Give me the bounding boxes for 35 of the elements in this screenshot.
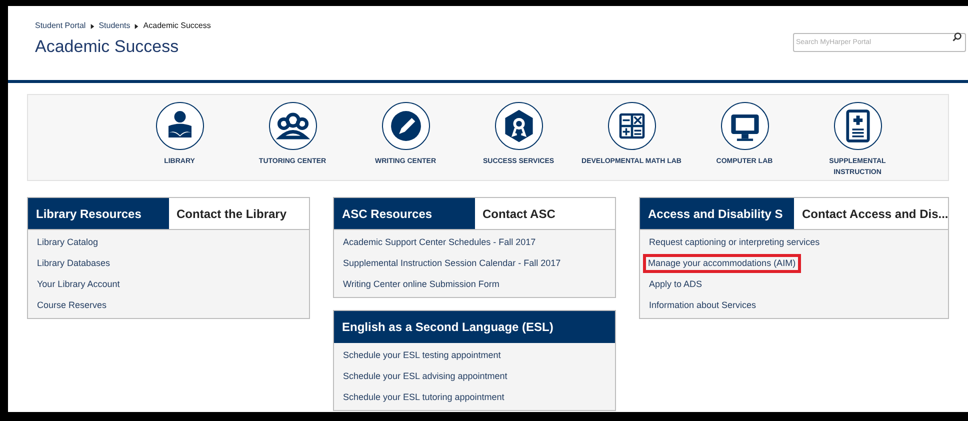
- breadcrumb-arrow-icon: [134, 24, 140, 28]
- resource-link[interactable]: Apply to ADS: [647, 278, 704, 292]
- panel-tab[interactable]: Contact the Library: [168, 198, 309, 229]
- resource-link[interactable]: Request captioning or interpreting services: [647, 236, 822, 250]
- panel-tab[interactable]: Contact ASC: [474, 198, 615, 229]
- resource-link[interactable]: Library Databases: [35, 256, 112, 270]
- resource-link[interactable]: Manage your accommodations (AIM): [646, 256, 798, 270]
- resource-link[interactable]: Information about Services: [647, 298, 758, 312]
- panel-tab[interactable]: Contact Access and Dis...: [794, 198, 948, 229]
- group-icon: [268, 102, 316, 150]
- document-icon: [834, 102, 882, 150]
- resource-link[interactable]: Schedule your ESL testing appointment: [341, 348, 503, 362]
- resource-link[interactable]: Academic Support Center Schedules - Fall 2017: [341, 236, 538, 250]
- resource-link[interactable]: Course Reserves: [35, 298, 109, 312]
- calculator-icon: [608, 102, 656, 150]
- breadcrumb-arrow-icon: [90, 24, 95, 28]
- page-title: Academic Success: [35, 36, 180, 58]
- monitor-icon: [720, 102, 768, 150]
- person-icon: [156, 102, 204, 150]
- breadcrumb-link[interactable]: Students: [98, 20, 130, 32]
- panel-tab[interactable]: Library Resources: [28, 198, 168, 229]
- resource-link[interactable]: Library Catalog: [35, 236, 100, 250]
- pencil-icon: [382, 102, 430, 150]
- resource-link[interactable]: Schedule your ESL advising appointment: [341, 370, 510, 384]
- panel-header: English as a Second Language (ESL): [334, 311, 615, 343]
- award-icon: [494, 102, 542, 150]
- panel-tab[interactable]: ASC Resources: [334, 198, 474, 229]
- resource-link[interactable]: Supplemental Instruction Session Calendar - Fall 2017: [341, 256, 563, 270]
- breadcrumb-link[interactable]: Student Portal: [35, 20, 86, 32]
- resource-link[interactable]: Your Library Account: [35, 278, 122, 292]
- resource-link[interactable]: Schedule your ESL tutoring appointment: [341, 390, 506, 404]
- search-icon[interactable]: [952, 32, 962, 42]
- panel-tab[interactable]: Access and Disability S: [640, 198, 794, 229]
- breadcrumb-current: Academic Success: [143, 20, 211, 32]
- resource-link[interactable]: Writing Center online Submission Form: [341, 278, 502, 292]
